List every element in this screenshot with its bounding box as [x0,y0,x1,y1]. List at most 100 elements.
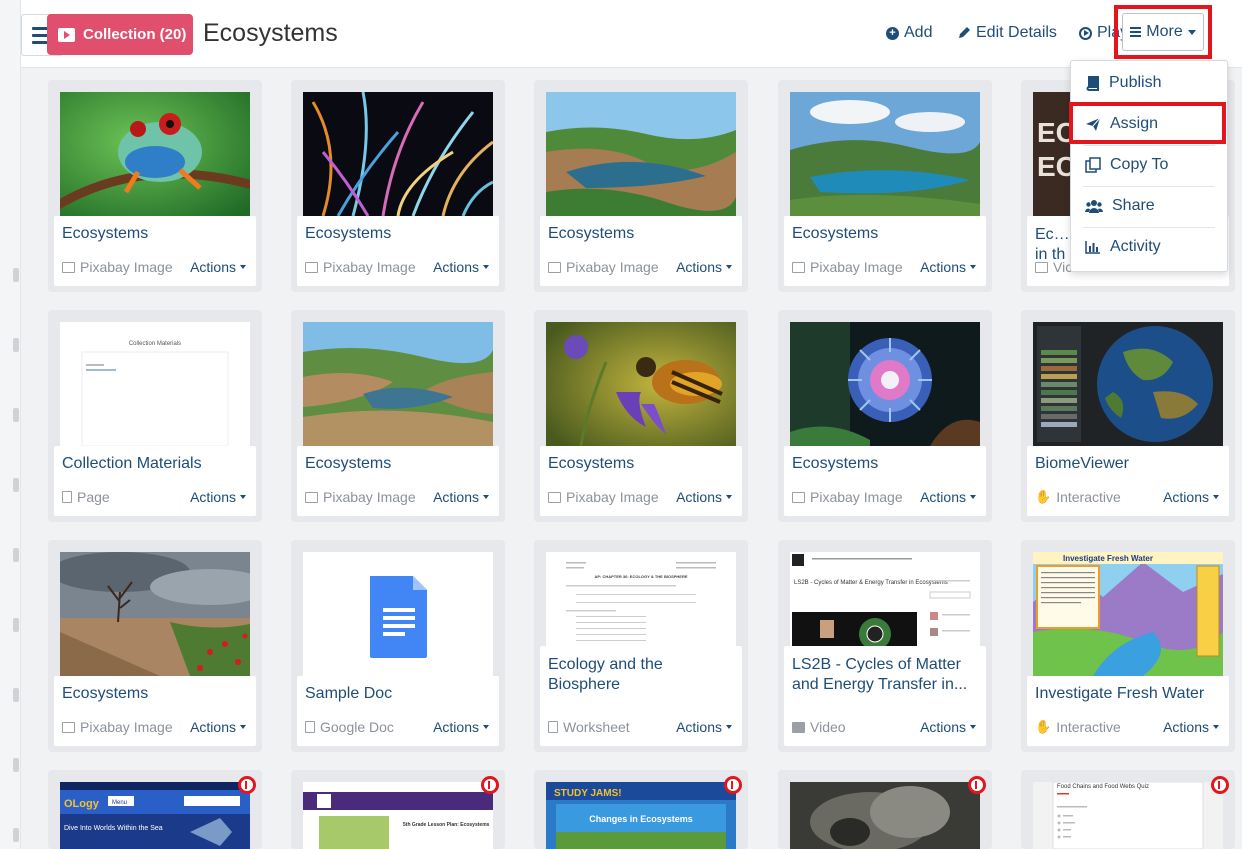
card-info: BiomeViewer ✋ Interactive Actions [1027,446,1229,516]
card-info: Ecosystems Pixabay Image Actions [54,676,256,746]
svg-text:Dive Into Worlds Within the Se: Dive Into Worlds Within the Sea [64,825,163,832]
card-title[interactable]: Collection Materials [62,455,252,473]
resource-card[interactable]: 5th Grade Lesson Plan: Ecosystems [291,770,505,849]
menu-item-share[interactable]: Share [1071,186,1227,226]
actions-dropdown[interactable]: Actions [433,489,489,505]
card-type: Pixabay Image [305,259,416,275]
card-info: Investigate Fresh Water ✋ Interactive Act… [1027,676,1229,746]
resource-card[interactable]: LS2B - Cycles of Matter & Energy Transfe… [778,540,992,752]
resource-card[interactable] [778,770,992,849]
actions-dropdown[interactable]: Actions [676,719,732,735]
caret-down-icon [726,725,732,729]
edit-details-button[interactable]: Edit Details [957,24,1057,42]
actions-dropdown[interactable]: Actions [920,489,976,505]
thumbnail-image[interactable]: STUDY JAMS! Changes in Ecosystems [546,782,736,849]
resource-card[interactable]: OLogy Menu Dive Into Worlds Within the Sea [48,770,262,849]
actions-dropdown[interactable]: Actions [1163,489,1219,505]
thumbnail-image[interactable] [303,322,493,446]
card-title[interactable]: Ecosystems [548,225,738,243]
thumbnail-image[interactable] [790,782,980,849]
card-title[interactable]: LS2B - Cycles of Matter and Energy Trans… [792,655,982,695]
card-info: Ecosystems Pixabay Image Actions [297,446,499,516]
add-button[interactable]: + Add [886,24,932,42]
caret-down-icon [483,495,489,499]
caret-down-icon [483,725,489,729]
thumbnail-image[interactable] [60,552,250,676]
resource-card[interactable]: STUDY JAMS! Changes in Ecosystems [534,770,748,849]
thumbnail-image[interactable]: OLogy Menu Dive Into Worlds Within the Sea [60,782,250,849]
actions-dropdown[interactable]: Actions [676,489,732,505]
actions-dropdown[interactable]: Actions [433,259,489,275]
hand-icon: ✋ [1035,719,1052,734]
thumbnail-image[interactable]: Collection Materials [60,322,250,446]
svg-text:Changes in Ecosystems: Changes in Ecosystems [589,814,693,824]
resource-card[interactable]: Ecosystems Pixabay Image Actions [534,310,748,522]
actions-dropdown[interactable]: Actions [676,259,732,275]
card-title[interactable]: Ecosystems [62,685,252,703]
resource-card[interactable]: BiomeViewer ✋ Interactive Actions [1021,310,1235,522]
thumbnail-image[interactable]: AP: CHAPTER 36: ECOLOGY & THE BIOSPHERE [546,552,736,646]
card-title[interactable]: Ecosystems [548,455,738,473]
card-info: Ecosystems Pixabay Image Actions [540,216,742,286]
card-title[interactable]: Ecosystems [62,225,252,243]
card-title[interactable]: Sample Doc [305,685,495,703]
resource-card[interactable]: Ecosystems Pixabay Image Actions [534,80,748,292]
resource-card[interactable]: Ecosystems Pixabay Image Actions [48,80,262,292]
card-title[interactable]: Ecosystems [792,455,982,473]
card-type: Pixabay Image [62,259,173,275]
edge-mark [13,618,19,632]
more-dropdown-button[interactable]: More [1122,13,1204,51]
resource-card[interactable]: Ecosystems Pixabay Image Actions [48,540,262,752]
resource-card[interactable]: AP: CHAPTER 36: ECOLOGY & THE BIOSPHERE … [534,540,748,752]
card-type: Video [792,719,846,735]
card-title[interactable]: BiomeViewer [1035,455,1225,473]
page-title: Ecosystems [203,19,338,47]
resource-card[interactable]: Collection Materials Collection Material… [48,310,262,522]
thumbnail-image[interactable] [790,322,980,446]
resource-card[interactable]: Investigate Fresh Water Investigate Fres… [1021,540,1235,752]
card-title[interactable]: Ecosystems [305,455,495,473]
menu-item-activity[interactable]: Activity [1071,227,1227,267]
thumbnail-image[interactable] [1033,322,1223,446]
bar-chart-icon [1085,241,1100,254]
actions-dropdown[interactable]: Actions [1163,719,1219,735]
thumbnail-image[interactable] [60,92,250,216]
image-icon [62,261,75,273]
resource-card[interactable]: Ecosystems Pixabay Image Actions [778,310,992,522]
card-title[interactable]: Ecosystems [305,225,495,243]
actions-dropdown[interactable]: Actions [920,259,976,275]
thumbnail-image[interactable] [790,92,980,216]
edge-mark [13,338,19,352]
card-title[interactable]: Ecosystems [792,225,982,243]
resource-card[interactable]: Food Chains and Food Webs Quiz [1021,770,1235,849]
card-type: Pixabay Image [792,259,903,275]
thumbnail-image[interactable]: Investigate Fresh Water [1033,552,1223,676]
resource-card[interactable]: Ecosystems Pixabay Image Actions [778,80,992,292]
thumbnail-image[interactable] [546,92,736,216]
actions-dropdown[interactable]: Actions [190,719,246,735]
thumbnail-image[interactable]: 5th Grade Lesson Plan: Ecosystems [303,782,493,849]
resource-card[interactable]: Ecosystems Pixabay Image Actions [291,310,505,522]
resource-card[interactable]: Sample Doc Google Doc Actions [291,540,505,752]
svg-text:OLogy: OLogy [64,798,100,810]
svg-text:AP: CHAPTER 36: ECOLOGY & THE: AP: CHAPTER 36: ECOLOGY & THE BIOSPHERE [594,574,687,579]
card-title[interactable]: Investigate Fresh Water [1035,685,1225,703]
svg-text:STUDY JAMS!: STUDY JAMS! [554,788,622,799]
pencil-icon [959,27,970,38]
thumbnail-image[interactable] [546,322,736,446]
image-icon [548,261,561,273]
thumbnail-image[interactable]: Food Chains and Food Webs Quiz [1033,782,1223,849]
menu-item-copy-to[interactable]: Copy To [1071,145,1227,185]
actions-dropdown[interactable]: Actions [190,489,246,505]
menu-item-publish[interactable]: Publish [1071,63,1227,103]
actions-dropdown[interactable]: Actions [433,719,489,735]
card-title[interactable]: Ecology and the Biosphere [548,655,738,695]
edge-mark [13,408,19,422]
resource-card[interactable]: Ecosystems Pixabay Image Actions [291,80,505,292]
actions-dropdown[interactable]: Actions [920,719,976,735]
collection-button[interactable]: Collection (20) [47,14,193,55]
thumbnail-image[interactable]: LS2B - Cycles of Matter & Energy Transfe… [790,552,980,646]
thumbnail-image[interactable] [303,92,493,216]
actions-dropdown[interactable]: Actions [190,259,246,275]
thumbnail-image[interactable] [303,552,493,676]
